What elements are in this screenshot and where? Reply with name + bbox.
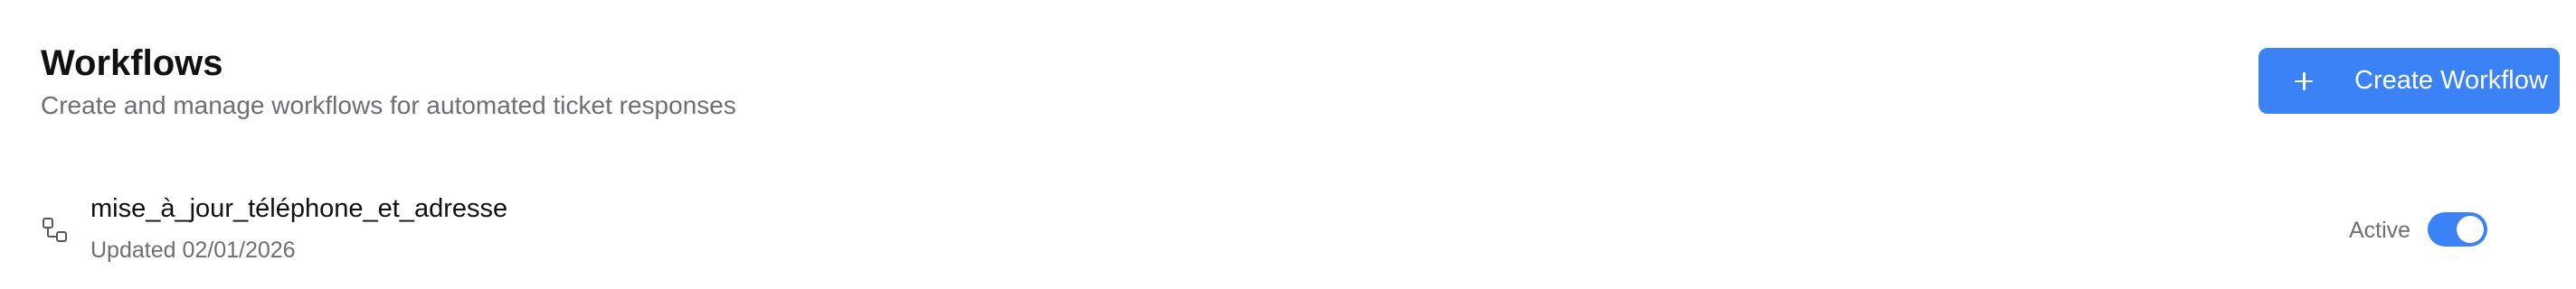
workflow-row[interactable]: mise_à_jour_téléphone_et_adresse Updated… xyxy=(0,181,2576,280)
create-workflow-label: Create Workflow xyxy=(2354,66,2548,95)
create-workflow-button[interactable]: Create Workflow xyxy=(2259,48,2560,114)
page-title: Workflows xyxy=(41,43,223,83)
page-subtitle: Create and manage workflows for automate… xyxy=(41,91,736,119)
workflow-updated-date: Updated 02/01/2026 xyxy=(90,238,296,263)
workflow-active-toggle[interactable] xyxy=(2428,212,2487,247)
workflow-status-label: Active xyxy=(2349,218,2411,243)
toggle-knob xyxy=(2457,216,2484,243)
plus-icon xyxy=(2293,70,2315,92)
workflow-icon xyxy=(43,218,67,242)
page-header: Workflows Create and manage workflows fo… xyxy=(41,43,736,121)
workflow-name[interactable]: mise_à_jour_téléphone_et_adresse xyxy=(90,193,507,224)
